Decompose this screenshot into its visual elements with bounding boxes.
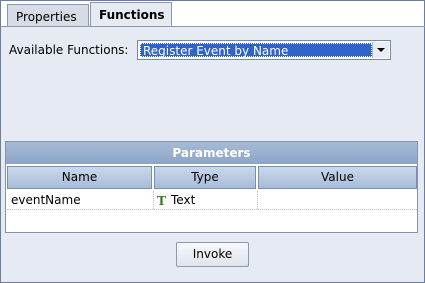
function-select-value[interactable]: Register Event by Name: [140, 43, 372, 58]
tab-properties[interactable]: Properties: [7, 4, 89, 26]
function-select[interactable]: Register Event by Name: [137, 40, 391, 60]
parameters-panel: Parameters Name Type Value eventName T Te…: [5, 141, 418, 233]
tab-strip: Properties Functions: [1, 1, 425, 27]
tab-divider: [1, 26, 425, 27]
param-type-label: Text: [171, 193, 196, 207]
column-divider: [153, 191, 155, 209]
chevron-down-icon[interactable]: [372, 42, 389, 58]
column-header-type[interactable]: Type: [154, 166, 256, 189]
table-row[interactable]: eventName T Text: [7, 191, 417, 210]
text-type-icon: T: [157, 194, 166, 208]
parameters-title: Parameters: [6, 142, 417, 164]
invoke-button[interactable]: Invoke: [176, 242, 249, 267]
column-header-name[interactable]: Name: [7, 166, 152, 189]
param-value-cell[interactable]: [259, 191, 417, 209]
tab-functions[interactable]: Functions: [90, 2, 172, 27]
column-header-value[interactable]: Value: [258, 166, 417, 189]
param-type-cell: T Text: [155, 191, 257, 209]
param-name-cell: eventName: [11, 193, 81, 207]
column-divider: [257, 191, 259, 209]
available-functions-label: Available Functions:: [9, 43, 129, 57]
